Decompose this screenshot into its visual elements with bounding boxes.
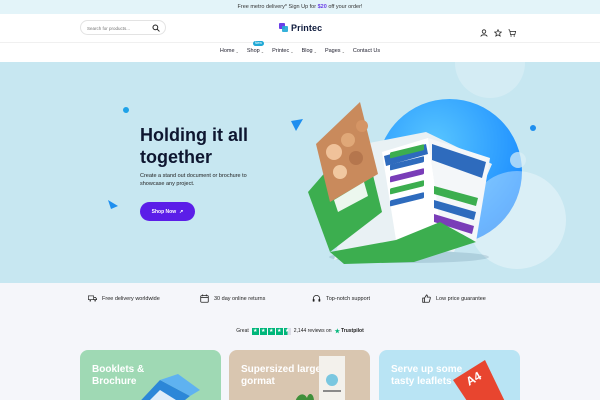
nav-label: Pages [324,48,341,54]
search-box[interactable] [80,20,166,35]
hero-subtitle: Create a stand out document or brochure … [140,173,247,187]
new-badge: New [252,41,264,46]
site-logo[interactable]: Printec [279,22,322,34]
trustpilot-star-icon: ★ [334,328,340,335]
chevron-down-icon: ⌄ [235,48,239,54]
shop-now-button[interactable]: Shop Now ↗ [140,202,195,221]
feature-label: Low price guarantee [436,295,486,302]
feature-item: 30 day online returns [200,294,265,303]
feature-item: Low price guarantee [422,294,486,303]
star-icon[interactable] [493,24,503,37]
arrow-up-right-icon: ↗ [179,208,184,215]
nav-label: Blog [301,48,313,54]
half-star-icon: ★ [283,327,291,335]
feature-label: Free delivery worldwide [102,295,160,302]
feature-item: Free delivery worldwide [88,294,160,303]
decorative-small-circle [510,152,526,168]
nav-item-contact[interactable]: Contact Us [353,48,380,54]
truck-icon [88,295,97,302]
decorative-triangle [291,119,303,131]
announcement-suffix: off your order! [326,4,363,10]
hero-section: Holding it all together Create a stand o… [0,62,600,283]
search-icon[interactable] [152,24,160,32]
nav-item-blog[interactable]: Blog ⌄ [302,48,317,54]
decorative-dot [530,125,536,131]
site-header: Printec [0,14,600,42]
nav-label: Shop [246,48,260,54]
nav-label: Contact Us [352,48,381,54]
announcement-prefix: Free metro delivery* Sign Up for [237,4,318,10]
calendar-icon [200,294,209,303]
nav-item-shop[interactable]: New Shop ⌄ [246,41,265,54]
rating-stars: ★ ★ ★ ★ ★ [251,327,291,335]
trustpilot-brand: Trustpilot [340,328,364,334]
nav-item-home[interactable]: Home ⌄ [220,48,239,54]
booklet-image [141,374,200,400]
nav-item-pages[interactable]: Pages ⌄ [325,48,345,54]
feature-label: Top-notch support [326,295,371,302]
star-icon: ★ [259,327,267,335]
star-icon: ★ [251,327,259,335]
rating-reviews: 2,144 reviews on [293,328,332,334]
chevron-down-icon: ⌄ [260,48,265,54]
announcement-discount[interactable]: $20 [318,4,327,10]
search-input[interactable] [87,24,153,32]
chevron-down-icon: ⌄ [290,48,294,54]
headset-icon [312,295,321,302]
decorative-dot [123,107,129,113]
header-actions [480,24,517,37]
nav-label: Printec [272,48,290,54]
category-card-booklets[interactable]: Booklets & Brochure [80,350,221,400]
chevron-down-icon: ⌄ [341,48,345,54]
rating-word: Great [236,328,249,334]
nav-label: Home [219,48,235,54]
logo-text: Printec [291,23,323,33]
nav-item-printec[interactable]: Printec ⌄ [272,48,293,54]
shop-now-label: Shop Now [151,208,177,215]
user-icon[interactable] [480,24,488,37]
feature-label: 30 day online returns [214,295,266,302]
announcement-bar: Free metro delivery* Sign Up for $20 off… [0,0,600,14]
hero-title: Holding it all together [140,125,248,167]
trustpilot-logo: ★ Trustpilot [335,328,364,335]
trustpilot-rating[interactable]: Great ★ ★ ★ ★ ★ 2,144 reviews on ★ Trustp… [0,314,600,348]
category-card-large-format[interactable]: Supersized large gormat [229,350,370,400]
thumbs-up-icon [422,294,431,303]
main-nav: Home ⌄ New Shop ⌄ Printec ⌄ Blog ⌄ Pages ⌄ Con… [0,41,600,62]
logo-icon [279,23,288,32]
cart-icon[interactable] [508,24,517,37]
feature-item: Top-notch support [312,294,370,303]
star-icon: ★ [275,327,283,335]
features-bar: Free delivery worldwide 30 day online re… [0,283,600,314]
star-icon: ★ [267,327,275,335]
decorative-triangle [108,200,118,209]
leaflet-image: A4 [453,360,505,400]
category-card-leaflets[interactable]: Serve up some tasty leaflets A4 [379,350,520,400]
chevron-down-icon: ⌄ [313,48,317,54]
brochure-image [308,102,492,264]
banner-stand-image [295,356,345,400]
